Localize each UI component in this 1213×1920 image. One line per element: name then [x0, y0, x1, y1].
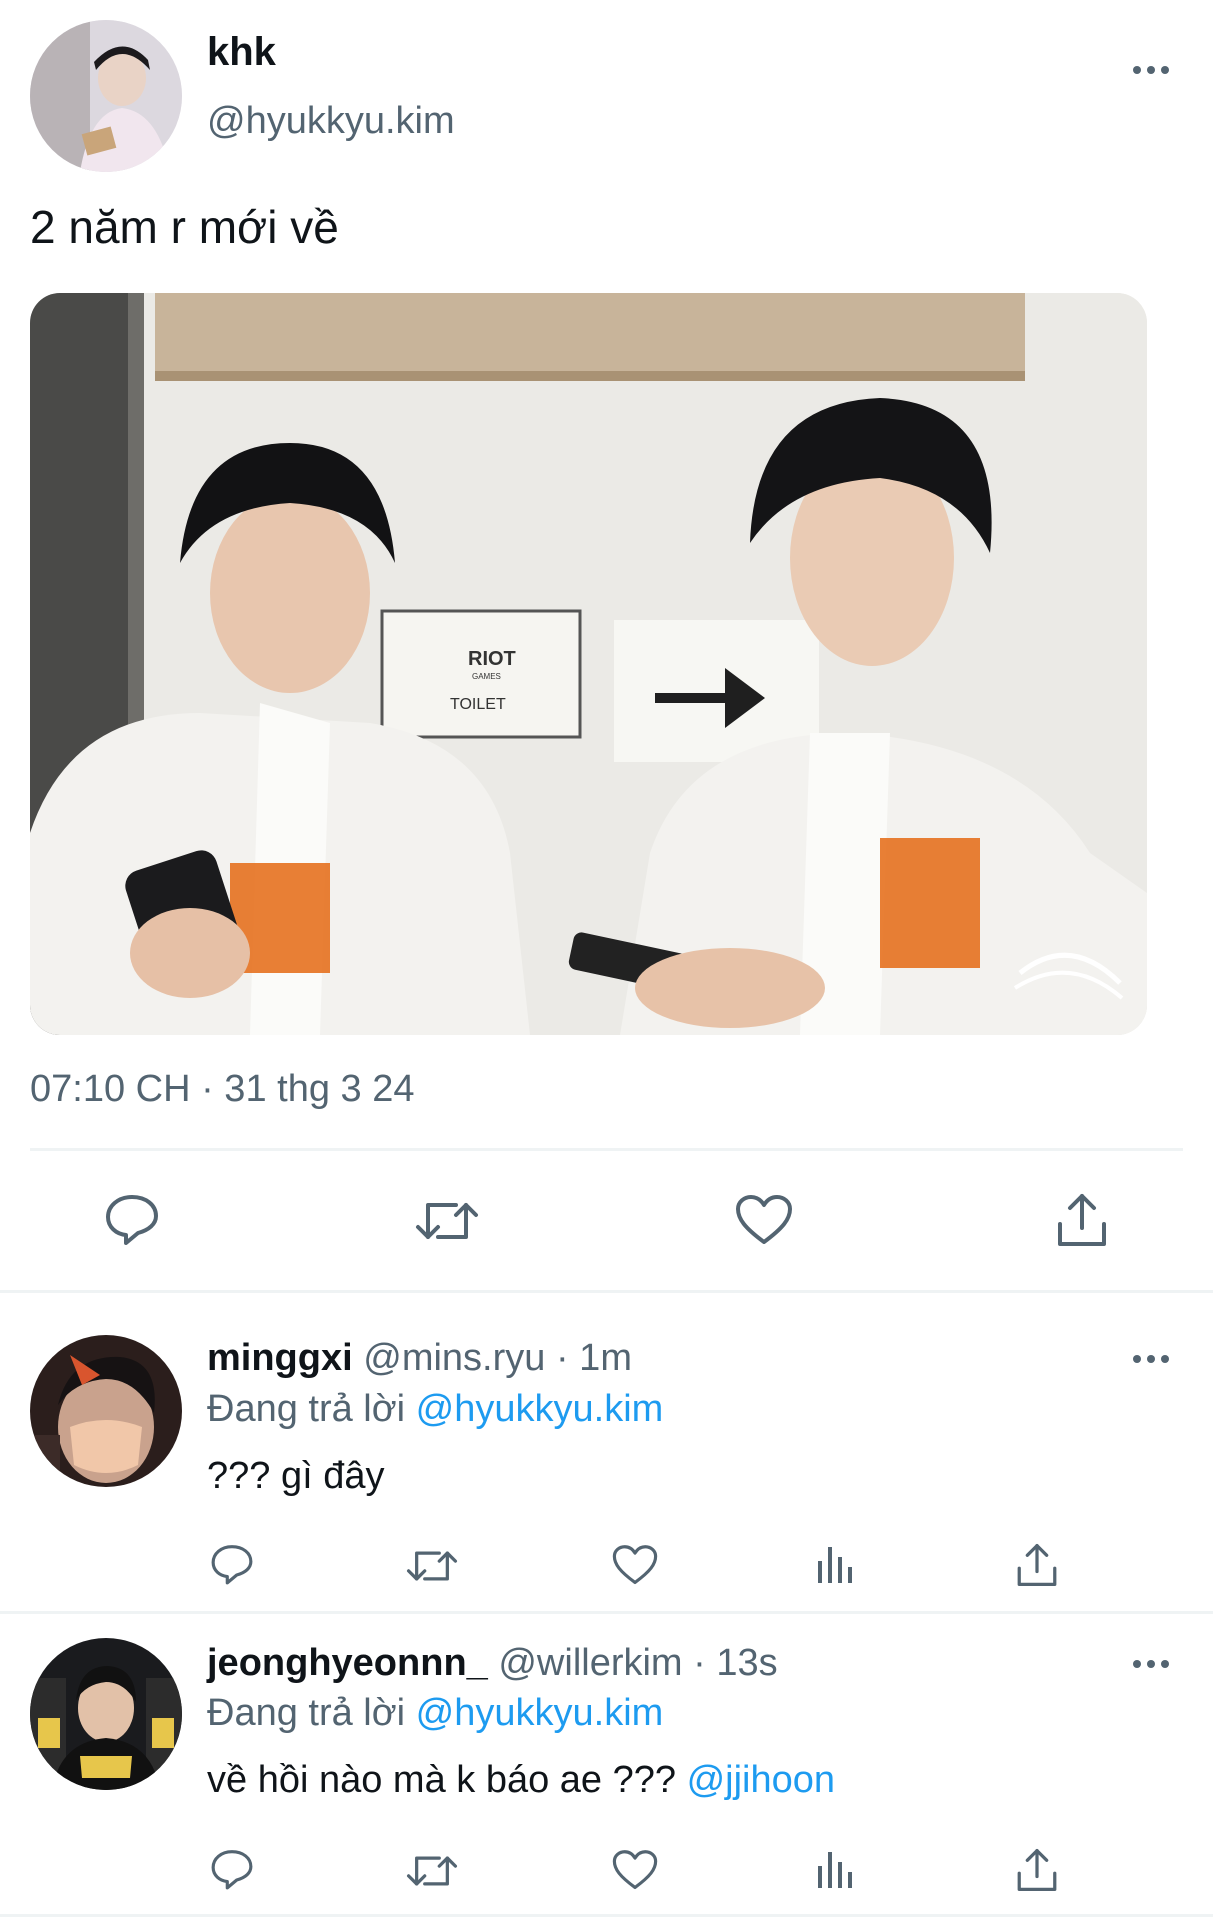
replying-to-line: Đang trả lời @hyukkyu.kim [207, 1692, 663, 1735]
reply-header: jeonghyeonnn_ @willerkim · 13s [207, 1642, 778, 1685]
reply-icon[interactable] [210, 1848, 254, 1890]
more-options-icon[interactable] [1133, 1660, 1169, 1668]
reply-icon[interactable] [210, 1543, 254, 1585]
author-display-name[interactable]: khk [207, 30, 276, 75]
divider [30, 1148, 1183, 1151]
reply-text-body: về hồi nào mà k báo ae ??? [207, 1759, 677, 1801]
tweet-timestamp: 07:10 CH · 31 thg 3 24 [30, 1068, 415, 1110]
like-icon[interactable] [612, 1849, 658, 1891]
divider [0, 1611, 1213, 1614]
divider [0, 1914, 1213, 1917]
reply-mention-link[interactable]: @jjihoon [687, 1759, 835, 1801]
sign-text: TOILET [450, 696, 506, 713]
like-icon[interactable] [612, 1544, 658, 1586]
author-avatar[interactable] [30, 20, 182, 172]
like-icon[interactable] [735, 1194, 793, 1246]
retweet-icon[interactable] [414, 1195, 480, 1247]
reply-time[interactable]: · 13s [693, 1642, 777, 1684]
reply-avatar[interactable] [30, 1335, 182, 1487]
reply-avatar[interactable] [30, 1638, 182, 1790]
reply-handle[interactable]: @willerkim [498, 1642, 682, 1684]
reply-header: minggxi @mins.ryu · 1m [207, 1337, 632, 1380]
replying-to-label: Đang trả lời [207, 1692, 406, 1734]
sign-sub: GAMES [472, 672, 501, 681]
analytics-icon[interactable] [816, 1543, 856, 1585]
analytics-icon[interactable] [816, 1848, 856, 1890]
share-icon[interactable] [1016, 1542, 1058, 1588]
share-icon[interactable] [1016, 1847, 1058, 1893]
replying-to-link[interactable]: @hyukkyu.kim [416, 1692, 664, 1734]
divider [0, 1290, 1213, 1293]
replying-to-link[interactable]: @hyukkyu.kim [416, 1388, 664, 1430]
more-options-icon[interactable] [1133, 1355, 1169, 1363]
reply-text: về hồi nào mà k báo ae ??? @jjihoon [207, 1759, 835, 1802]
sign-brand: RIOT [468, 648, 516, 670]
author-handle[interactable]: @hyukkyu.kim [207, 100, 455, 143]
reply-text-body: ??? gì đây [207, 1455, 385, 1497]
reply-text: ??? gì đây [207, 1455, 384, 1498]
reply-time[interactable]: · 1m [556, 1337, 632, 1379]
replying-to-label: Đang trả lời [207, 1388, 406, 1430]
share-icon[interactable] [1056, 1192, 1108, 1248]
reply-display-name[interactable]: minggxi [207, 1337, 353, 1379]
reply-icon[interactable] [104, 1193, 160, 1245]
reply-display-name[interactable]: jeonghyeonnn_ [207, 1642, 488, 1684]
retweet-icon[interactable] [405, 1850, 459, 1892]
reply-handle[interactable]: @mins.ryu [363, 1337, 545, 1379]
tweet-text: 2 năm r mới về [30, 201, 339, 253]
tweet-photo[interactable]: RIOT GAMES TOILET [30, 293, 1147, 1035]
replying-to-line: Đang trả lời @hyukkyu.kim [207, 1388, 663, 1431]
retweet-icon[interactable] [405, 1545, 459, 1587]
more-options-icon[interactable] [1133, 66, 1169, 74]
